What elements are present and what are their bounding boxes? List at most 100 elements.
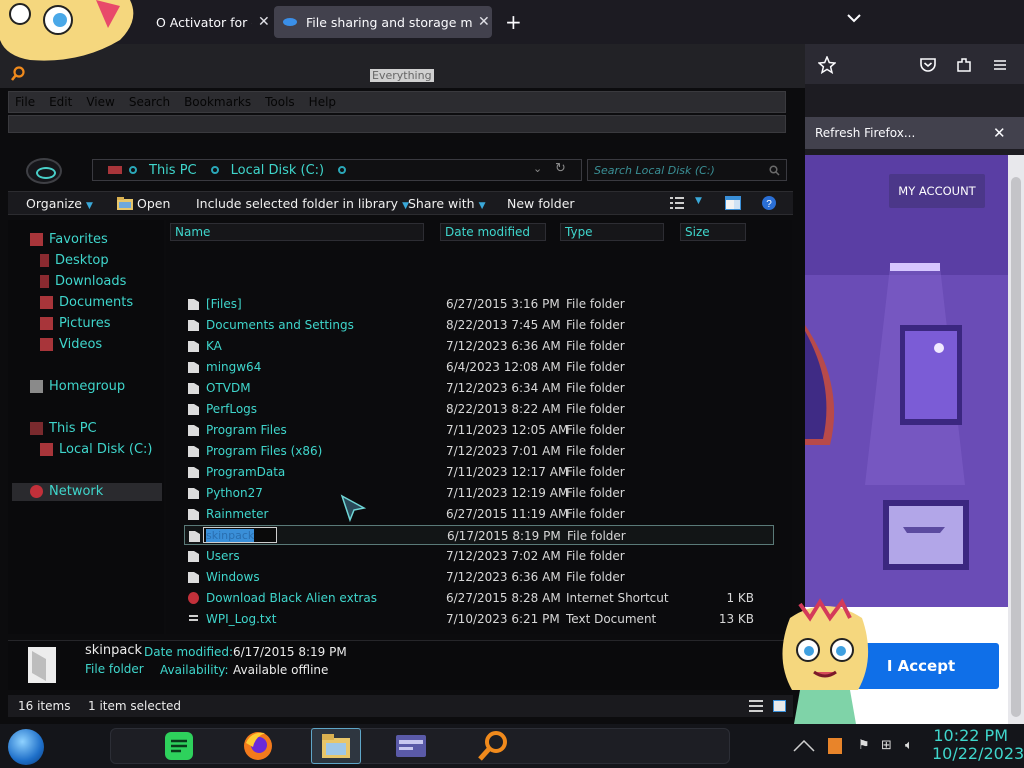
column-type-header[interactable]: Type — [560, 223, 664, 241]
my-account-button[interactable]: MY ACCOUNT — [889, 174, 985, 208]
menu-edit[interactable]: Edit — [49, 95, 72, 109]
chevron-down-icon[interactable]: ⌄ — [533, 162, 542, 175]
organize-button[interactable]: Organize ▼ — [26, 196, 93, 211]
menu-tools[interactable]: Tools — [265, 95, 295, 109]
file-name: ProgramData — [206, 465, 286, 479]
browser-tab-active[interactable]: File sharing and storage made s ✕ — [274, 6, 492, 38]
pocket-icon[interactable] — [919, 56, 937, 74]
table-row[interactable]: Users 7/12/2023 7:02 AM File folder — [184, 546, 774, 566]
browser-toolbar — [805, 44, 1024, 84]
table-row[interactable]: [Files] 6/27/2015 3:16 PM File folder — [184, 294, 774, 314]
column-name-header[interactable]: Name — [170, 223, 424, 241]
window-manager-icon[interactable] — [394, 729, 428, 763]
nav-documents[interactable]: Documents — [40, 295, 133, 310]
table-row[interactable]: ProgramData 7/11/2023 12:17 AM File folder — [184, 462, 774, 482]
column-date-header[interactable]: Date modified — [440, 223, 546, 241]
table-row[interactable]: KA 7/12/2023 6:36 AM File folder — [184, 336, 774, 356]
details-view-icon[interactable] — [749, 700, 763, 712]
everything-search-icon[interactable] — [476, 729, 510, 763]
back-forward-button[interactable] — [26, 158, 62, 184]
new-folder-button[interactable]: New folder — [507, 196, 575, 211]
view-dropdown-icon[interactable]: ▼ — [695, 196, 702, 206]
table-row[interactable]: Windows 7/12/2023 6:36 AM File folder — [184, 567, 774, 587]
scrollbar-thumb[interactable] — [1011, 177, 1021, 717]
nav-desktop[interactable]: Desktop — [40, 253, 109, 268]
app-tray-icon[interactable] — [827, 737, 843, 755]
include-in-library-button[interactable]: Include selected folder in library ▼ — [196, 196, 409, 211]
file-name: Documents and Settings — [206, 318, 354, 332]
volume-icon[interactable]: 🔈︎ — [905, 738, 913, 753]
search-input[interactable]: Search Local Disk (C:) — [587, 159, 787, 181]
share-with-button[interactable]: Share with ▼ — [408, 196, 486, 211]
rename-input[interactable]: skinpack — [203, 527, 277, 543]
search-placeholder: Search Local Disk (C:) — [594, 163, 715, 177]
folder-icon — [188, 488, 199, 499]
folder-icon — [188, 404, 199, 415]
refresh-icon[interactable]: ↻ — [555, 161, 566, 176]
nav-favorites[interactable]: Favorites — [30, 232, 108, 247]
nav-downloads[interactable]: Downloads — [40, 274, 126, 289]
folder-thumbnail-icon — [28, 647, 56, 683]
close-icon[interactable]: ✕ — [993, 124, 1006, 142]
nav-pictures[interactable]: Pictures — [40, 316, 110, 331]
menu-bookmarks[interactable]: Bookmarks — [184, 95, 251, 109]
close-tab-icon[interactable]: ✕ — [478, 14, 490, 30]
crumb-local-disk[interactable]: Local Disk (C:) — [231, 163, 324, 178]
extensions-icon[interactable] — [955, 56, 973, 74]
browser-tab[interactable]: O Activator for offi ✕ — [132, 6, 270, 38]
column-size-header[interactable]: Size — [680, 223, 746, 241]
table-row[interactable]: Rainmeter 6/27/2015 11:19 AM File folder — [184, 504, 774, 524]
refresh-firefox-notice[interactable]: Refresh Firefox... — [805, 117, 1024, 149]
file-date: 7/11/2023 12:05 AM — [446, 423, 569, 437]
nav-local-disk[interactable]: Local Disk (C:) — [40, 442, 152, 457]
nav-homegroup[interactable]: Homegroup — [30, 379, 125, 394]
nav-this-pc[interactable]: This PC — [30, 421, 97, 436]
file-name: KA — [206, 339, 222, 353]
cartoon-character-sticker — [782, 598, 869, 724]
menu-file[interactable]: File — [15, 95, 35, 109]
close-tab-icon[interactable]: ✕ — [258, 14, 270, 30]
page-scrollbar[interactable] — [1008, 155, 1024, 725]
bookmark-star-icon[interactable] — [818, 56, 836, 74]
file-type: File folder — [566, 381, 625, 395]
menu-help[interactable]: Help — [309, 95, 336, 109]
address-bar[interactable]: This PC Local Disk (C:) ⌄ ↻ — [92, 159, 582, 181]
file-type: File folder — [566, 549, 625, 563]
show-hidden-icons-icon[interactable] — [793, 740, 815, 752]
table-row[interactable]: Program Files 7/11/2023 12:05 AM File fold… — [184, 420, 774, 440]
start-button[interactable] — [8, 729, 44, 765]
flag-icon[interactable]: ⚑ — [858, 738, 870, 753]
view-options-icon[interactable] — [670, 197, 684, 209]
table-row[interactable]: mingw64 6/4/2023 12:08 AM File folder — [184, 357, 774, 377]
chevron-down-icon[interactable] — [846, 12, 862, 24]
search-icon[interactable] — [769, 165, 780, 176]
notes-app-icon[interactable] — [162, 729, 196, 763]
nav-videos[interactable]: Videos — [40, 337, 102, 352]
table-row-selected[interactable]: skinpack 6/17/2015 8:19 PM File folder — [184, 525, 774, 545]
network-tray-icon[interactable]: ⊞ — [881, 738, 892, 753]
file-date: 7/11/2023 12:19 AM — [446, 486, 569, 500]
help-icon[interactable]: ? — [761, 195, 777, 211]
hamburger-menu-icon[interactable] — [991, 56, 1009, 74]
table-row[interactable]: OTVDM 7/12/2023 6:34 AM File folder — [184, 378, 774, 398]
firefox-icon[interactable] — [241, 729, 275, 763]
menu-view[interactable]: View — [86, 95, 114, 109]
table-row[interactable]: Program Files (x86) 7/12/2023 7:01 AM File… — [184, 441, 774, 461]
table-row[interactable]: PerfLogs 8/22/2013 8:22 AM File folder — [184, 399, 774, 419]
nav-network[interactable]: Network — [30, 484, 103, 499]
file-name: Users — [206, 549, 240, 563]
explorer-taskbar-button[interactable] — [311, 728, 361, 764]
table-row[interactable]: Documents and Settings 8/22/2013 7:45 AM F… — [184, 315, 774, 335]
file-date: 8/22/2013 7:45 AM — [446, 318, 561, 332]
table-row[interactable]: Download Black Alien extras 6/27/2015 8:2… — [184, 588, 774, 608]
preview-pane-icon[interactable] — [725, 196, 741, 210]
new-tab-button[interactable]: + — [505, 10, 522, 34]
crumb-this-pc[interactable]: This PC — [149, 163, 197, 178]
table-row[interactable]: WPI_Log.txt 7/10/2023 6:21 PM Text Documen… — [184, 609, 774, 629]
folder-icon — [188, 299, 199, 310]
system-clock[interactable]: 10:22 PM 10/22/2023 — [932, 727, 1024, 763]
gallery-illustration — [805, 155, 1008, 607]
menu-search[interactable]: Search — [129, 95, 170, 109]
open-button[interactable]: Open — [117, 196, 170, 211]
table-row[interactable]: Python27 7/11/2023 12:19 AM File folder — [184, 483, 774, 503]
